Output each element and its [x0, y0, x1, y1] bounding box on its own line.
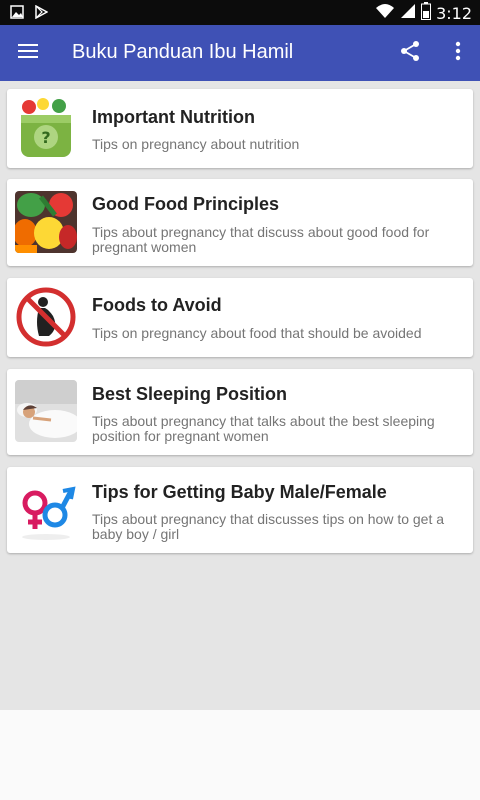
- share-button[interactable]: [392, 35, 428, 71]
- item-title: Good Food Principles: [92, 194, 280, 214]
- more-options-button[interactable]: [440, 35, 476, 71]
- item-title: Best Sleeping Position: [92, 384, 288, 404]
- list-item-good-food-principles[interactable]: Good Food Principles Tips about pregnanc…: [7, 179, 473, 266]
- list-item-important-nutrition[interactable]: ? Important Nutrition Tips on pregnancy …: [7, 89, 473, 168]
- menu-icon: [18, 43, 38, 64]
- share-icon: [398, 39, 422, 68]
- content-area: ? Important Nutrition Tips on pregnancy …: [0, 81, 480, 710]
- app-title: Buku Panduan Ibu Hamil: [72, 41, 294, 63]
- nutrition-icon: ?: [15, 97, 77, 159]
- item-title: Important Nutrition: [92, 107, 255, 127]
- item-title: Tips for Getting Baby Male/Female: [92, 482, 387, 502]
- bottom-area: [0, 710, 480, 800]
- item-description: Tips on pregnancy about food that should…: [92, 325, 422, 341]
- signal-icon: [400, 3, 416, 24]
- vegetables-icon: [15, 191, 77, 253]
- app-bar: Buku Panduan Ibu Hamil: [0, 25, 480, 81]
- status-time: 3:12: [436, 4, 472, 23]
- menu-button[interactable]: [10, 35, 46, 71]
- gender-symbols-icon: [15, 479, 77, 541]
- list-item-foods-to-avoid[interactable]: Foods to Avoid Tips on pregnancy about f…: [7, 278, 473, 357]
- item-description: Tips about pregnancy that talks about th…: [92, 413, 435, 444]
- image-icon: [10, 5, 24, 24]
- list-item-best-sleeping-position[interactable]: Best Sleeping Position Tips about pregna…: [7, 369, 473, 455]
- sleeping-woman-icon: [15, 380, 77, 442]
- svg-text:?: ?: [41, 128, 50, 147]
- battery-icon: [421, 2, 432, 25]
- status-bar: 3:12: [0, 0, 480, 25]
- wifi-icon: [375, 3, 395, 24]
- play-store-icon: [34, 4, 49, 24]
- item-description: Tips about pregnancy that discusses tips…: [92, 511, 445, 542]
- list-item-baby-gender-tips[interactable]: Tips for Getting Baby Male/Female Tips a…: [7, 467, 473, 553]
- no-pregnant-icon: [15, 286, 77, 348]
- item-description: Tips about pregnancy that discuss about …: [92, 224, 430, 255]
- item-title: Foods to Avoid: [92, 295, 222, 315]
- item-description: Tips on pregnancy about nutrition: [92, 136, 300, 152]
- more-vert-icon: [455, 41, 461, 66]
